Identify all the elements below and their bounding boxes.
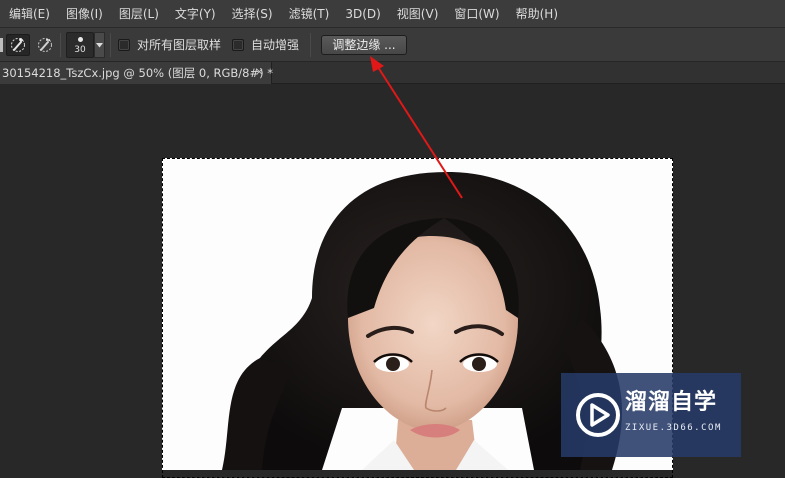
subtract-from-selection-button[interactable] (33, 34, 57, 56)
sample-all-layers-checkbox[interactable] (118, 39, 130, 51)
toolbar-divider (110, 33, 111, 57)
sample-all-layers-label: 对所有图层取样 (137, 38, 222, 52)
play-logo-icon (576, 393, 620, 437)
tool-edge-fragment (0, 38, 3, 52)
menu-bar: 编辑(E) 图像(I) 图层(L) 文字(Y) 选择(S) 滤镜(T) 3D(D… (0, 0, 785, 28)
quick-selection-add-icon (11, 38, 25, 52)
close-icon[interactable]: × (255, 65, 264, 79)
watermark-badge: 溜溜自学 ZIXUE.3D66.COM (561, 373, 741, 457)
menu-image[interactable]: 图像(I) (58, 0, 111, 28)
menu-edit[interactable]: 编辑(E) (0, 0, 58, 28)
menu-help[interactable]: 帮助(H) (508, 0, 566, 28)
document-tab[interactable]: 30154218_TszCx.jpg @ 50% (图层 0, RGB/8#) … (0, 62, 274, 84)
options-bar: 30 对所有图层取样 自动增强 调整边缘 ... (0, 28, 785, 62)
quick-selection-subtract-icon (38, 38, 52, 52)
menu-window[interactable]: 窗口(W) (446, 0, 507, 28)
menu-select[interactable]: 选择(S) (224, 0, 281, 28)
menu-view[interactable]: 视图(V) (389, 0, 447, 28)
watermark-url: ZIXUE.3D66.COM (625, 423, 722, 433)
brush-picker-dropdown[interactable] (94, 32, 105, 58)
document-tab-title: 30154218_TszCx.jpg @ 50% (图层 0, RGB/8#) … (2, 66, 274, 80)
menu-filter[interactable]: 滤镜(T) (281, 0, 338, 28)
document-tab-bar: 30154218_TszCx.jpg @ 50% (图层 0, RGB/8#) … (0, 62, 785, 84)
brush-size-value: 30 (74, 45, 86, 55)
toolbar-divider (60, 33, 61, 57)
menu-3d[interactable]: 3D(D) (337, 0, 388, 28)
add-to-selection-button[interactable] (6, 34, 30, 56)
brush-tip-icon (78, 37, 83, 42)
auto-enhance-checkbox[interactable] (232, 39, 244, 51)
brush-picker[interactable]: 30 (66, 32, 94, 58)
menu-type[interactable]: 文字(Y) (167, 0, 224, 28)
chevron-down-icon (96, 42, 103, 47)
watermark-title: 溜溜自学 (625, 390, 718, 415)
refine-edge-button[interactable]: 调整边缘 ... (321, 35, 407, 55)
auto-enhance-label: 自动增强 (251, 38, 300, 52)
menu-layer[interactable]: 图层(L) (111, 0, 167, 28)
toolbar-divider (310, 33, 311, 57)
